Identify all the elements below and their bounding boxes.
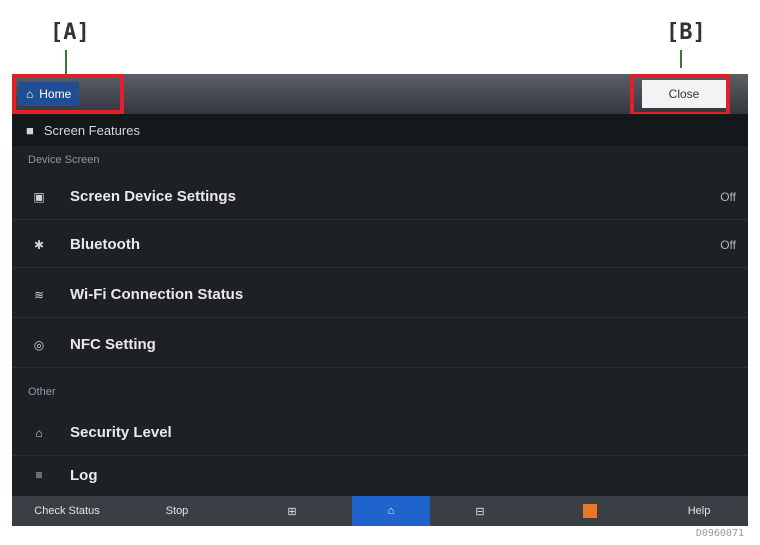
list-item-nfc[interactable]: ◎ NFC Setting [12, 322, 748, 368]
lock-icon: ⌂ [35, 425, 43, 440]
screen-title: Screen Features [43, 122, 140, 138]
apps-icon: ⊟ [475, 505, 485, 518]
alert-icon [583, 504, 597, 518]
list-item-value: Off [720, 189, 736, 204]
list-item-label: Security Level [70, 424, 172, 441]
bottom-bar-label: Check Status [34, 505, 100, 517]
bottom-bar-label: Help [687, 505, 711, 517]
bluetooth-icon: ✱ [33, 237, 45, 252]
check-status-button[interactable]: Check Status [12, 496, 122, 526]
list-item-wifi-status[interactable]: ≋ Wi-Fi Connection Status [12, 272, 748, 318]
callout-b-label: [B] [666, 20, 706, 45]
settings-icon: ■ [26, 122, 34, 138]
nfc-icon: ◎ [33, 337, 45, 352]
list-item-label: Wi-Fi Connection Status [70, 286, 244, 303]
section-heading-device: Device Screen [28, 154, 100, 166]
callout-b-line [680, 50, 682, 68]
list-item-label: Bluetooth [70, 236, 140, 253]
list-icon: ≡ [35, 468, 43, 482]
callout-a-highlight [12, 74, 124, 114]
list-item-label: NFC Setting [70, 336, 156, 353]
list-item-label: Log [70, 466, 98, 484]
alert-button[interactable] [530, 496, 650, 526]
screen-header: ■ Screen Features [12, 114, 748, 146]
figure-code: D0960071 [695, 528, 744, 539]
apps-button[interactable]: ⊟ [430, 496, 530, 526]
section-heading-other: Other [28, 386, 56, 398]
menu-icon: ⊞ [287, 505, 297, 518]
list-item-label: Screen Device Settings [70, 188, 236, 205]
list-item-log[interactable]: ≡ Log [12, 458, 748, 492]
help-button[interactable]: Help [650, 496, 748, 526]
home-nav-button[interactable]: ⌂ [352, 496, 430, 526]
list-item-bluetooth[interactable]: ✱ Bluetooth Off [12, 222, 748, 268]
list-item-security[interactable]: ⌂ Security Level [12, 410, 748, 456]
menu-button[interactable]: ⊞ [232, 496, 352, 526]
display-icon: ▣ [33, 189, 45, 204]
device-screen: ⌂ Home Close ■ Screen Features Device Sc… [12, 74, 748, 526]
bottom-bar-label: Stop [165, 505, 189, 517]
list-item-screen-device-settings[interactable]: ▣ Screen Device Settings Off [12, 174, 748, 220]
stop-button[interactable]: Stop [122, 496, 232, 526]
home-icon: ⌂ [387, 505, 395, 517]
bottom-bar: Check Status Stop ⊞ ⌂ ⊟ Help [12, 496, 748, 526]
list-item-value: Off [720, 237, 736, 252]
callout-a-label: [A] [50, 20, 90, 45]
callout-a-line [65, 50, 67, 74]
wifi-icon: ≋ [33, 287, 45, 302]
callout-b-highlight [630, 74, 730, 116]
